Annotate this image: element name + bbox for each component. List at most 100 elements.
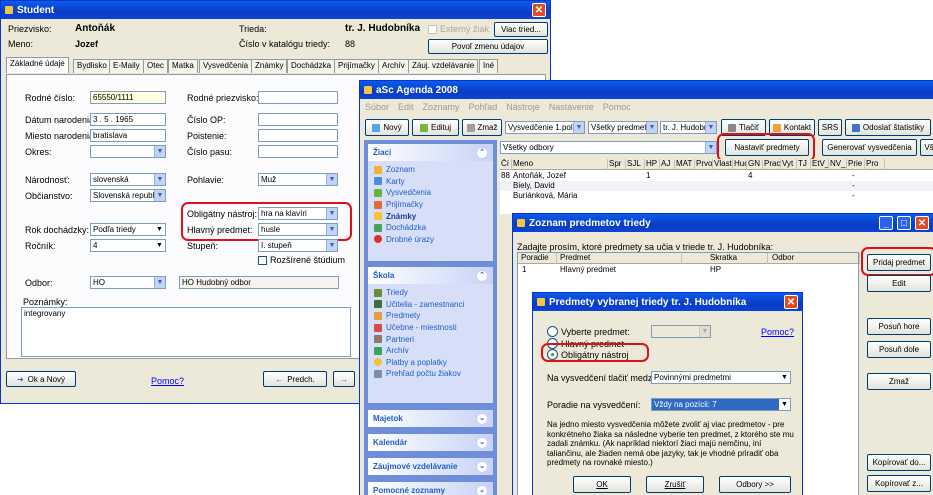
col-header[interactable]: Vyt bbox=[781, 159, 797, 170]
tab-znamky[interactable]: Známky bbox=[251, 59, 288, 73]
pohlavie-select[interactable]: Muž ▼ bbox=[258, 173, 338, 186]
col-header[interactable]: MAT bbox=[675, 159, 695, 170]
pomoc-link[interactable]: Pomoc? bbox=[761, 327, 794, 337]
cislo-op-input[interactable] bbox=[258, 113, 338, 126]
sidebar-item-ucebne[interactable]: Učebne - miestnosti bbox=[368, 322, 493, 334]
poistenie-input[interactable] bbox=[258, 129, 338, 142]
vs-button[interactable]: Vš bbox=[920, 139, 933, 156]
sidebar-item-prijimacky[interactable]: Prijímačky bbox=[368, 199, 493, 211]
tab-ine[interactable]: Iné bbox=[479, 59, 499, 73]
sidebar-item-ucitelia[interactable]: Učitelia - zamestnanci bbox=[368, 299, 493, 311]
sidebar-item-platby[interactable]: Platby a poplatky bbox=[368, 357, 493, 369]
sidebar-item-zoznam[interactable]: Zoznam bbox=[368, 164, 493, 176]
col-header[interactable]: Čí bbox=[500, 159, 512, 170]
agenda-titlebar[interactable]: aSc Agenda 2008 bbox=[360, 81, 933, 99]
rodne-priezvisko-input[interactable] bbox=[258, 91, 338, 104]
tab-otec[interactable]: Otec bbox=[143, 59, 168, 73]
predch-button[interactable]: ← Predch. bbox=[263, 371, 327, 387]
student-titlebar[interactable]: Študent ✕ bbox=[1, 1, 550, 19]
obcianstvo-select[interactable]: Slovenská republ ▼ bbox=[90, 189, 166, 202]
sidebar-item-znamky[interactable]: Známky bbox=[368, 210, 493, 222]
sidebar-item-archiv[interactable]: Archív bbox=[368, 345, 493, 357]
table-row[interactable]: Biely, David - bbox=[500, 181, 933, 191]
tab-emaily[interactable]: E-Maily bbox=[109, 59, 144, 73]
menu-zoznamy[interactable]: Zoznamy bbox=[423, 102, 460, 112]
sidebar-skola-header[interactable]: Škola ⌃ bbox=[368, 267, 493, 284]
zmaz-predmet-button[interactable]: Zmaž bbox=[867, 373, 931, 390]
table-row[interactable]: 88 Antoňák, Jozef 1 4 - bbox=[500, 171, 933, 181]
posun-dole-button[interactable]: Posuň dole bbox=[867, 341, 931, 358]
table-row[interactable]: 1 Hlavný predmet HP bbox=[518, 265, 858, 275]
col-header[interactable]: TJ bbox=[797, 159, 811, 170]
tab-bydlisko[interactable]: Bydlisko bbox=[73, 59, 111, 73]
menu-edit[interactable]: Edit bbox=[398, 102, 414, 112]
povol-zmenu-button[interactable]: Povoľ zmenu údajov bbox=[428, 39, 548, 54]
sidebar-item-karty[interactable]: Karty bbox=[368, 176, 493, 188]
zmaz-button[interactable]: Zmaž bbox=[462, 119, 502, 136]
stupen-select[interactable]: I. stupeň ▼ bbox=[258, 239, 338, 252]
sidebar-item-partneri[interactable]: Partneri bbox=[368, 333, 493, 345]
odbory-button[interactable]: Odbory >> bbox=[719, 476, 791, 493]
rocnik-select[interactable]: 4 ▼ bbox=[90, 239, 166, 252]
col-header[interactable]: Vlast bbox=[713, 159, 733, 170]
rozsirene-checkbox[interactable]: Rozšírené štúdium bbox=[258, 255, 345, 265]
col-header[interactable]: Meno bbox=[512, 159, 608, 170]
col-header[interactable]: Odbor bbox=[768, 253, 860, 264]
predmety-titlebar[interactable]: Predmety vybranej triedy tr. J. Hudobník… bbox=[533, 293, 802, 311]
sidebar-item-dochadzka[interactable]: Dochádzka bbox=[368, 222, 493, 234]
miesto-input[interactable]: bratislava bbox=[90, 129, 166, 142]
col-header[interactable]: Predmet bbox=[557, 253, 682, 264]
rok-select[interactable]: Podľa triedy ▼ bbox=[90, 223, 166, 236]
novy-button[interactable]: Nový bbox=[365, 119, 409, 136]
col-header[interactable]: AJ bbox=[660, 159, 675, 170]
col-header[interactable]: Poradie bbox=[518, 253, 557, 264]
sidebar-majetok-header[interactable]: Majetok ⌄ bbox=[368, 410, 493, 427]
menu-pohlad[interactable]: Pohľad bbox=[469, 102, 498, 112]
odoslat-button[interactable]: Odoslať štatistiky bbox=[845, 119, 931, 136]
tab-prijimacky[interactable]: Prijímačky bbox=[334, 59, 379, 73]
col-header[interactable]: Skratka bbox=[682, 253, 768, 264]
col-header[interactable]: Hud bbox=[733, 159, 747, 170]
posun-hore-button[interactable]: Posuň hore bbox=[867, 318, 931, 335]
menu-pomoc[interactable]: Pomoc bbox=[603, 102, 631, 112]
sidebar-item-predmety[interactable]: Predmety bbox=[368, 310, 493, 322]
close-icon[interactable]: ✕ bbox=[532, 3, 546, 17]
sidebar-pomocne-header[interactable]: Pomocné zoznamy ⌄ bbox=[368, 482, 493, 495]
sidebar-ziaci-header[interactable]: Žiaci ⌃ bbox=[368, 144, 493, 161]
kopirovat-z-button[interactable]: Kopírovať z... bbox=[867, 475, 931, 492]
datum-input[interactable]: 3 . 5 . 1965 bbox=[90, 113, 166, 126]
edituj-button[interactable]: Edituj bbox=[412, 119, 459, 136]
vyberte-select[interactable]: ▼ bbox=[651, 325, 711, 338]
odbor-select[interactable]: HO ▼ bbox=[90, 276, 166, 289]
ok-novy-button[interactable]: ➜ Ok a Nový bbox=[6, 371, 76, 387]
col-header[interactable]: NV_ bbox=[829, 159, 847, 170]
tlacit-medzi-select[interactable]: Povinnými predmetmi ▼ bbox=[651, 371, 791, 384]
col-header[interactable]: SJL bbox=[626, 159, 645, 170]
okres-select[interactable]: ▼ bbox=[90, 145, 166, 158]
rodne-cislo-input[interactable]: 65550/1111 bbox=[90, 91, 166, 104]
poradie-select[interactable]: Vždy na pozícii: 7 ▼ bbox=[651, 398, 791, 411]
tab-matka[interactable]: Matka bbox=[168, 59, 198, 73]
viac-tried-button[interactable]: Viac tried... bbox=[494, 22, 548, 37]
sidebar-item-vysvedcenia[interactable]: Vysvedčenia bbox=[368, 187, 493, 199]
vysvedcenie-select[interactable]: Vysvedčenie 1.polrok ▼ bbox=[505, 121, 585, 134]
col-header[interactable]: Pro bbox=[865, 159, 885, 170]
table-row[interactable]: Buriánková, Mária - bbox=[500, 191, 933, 201]
maximize-icon[interactable]: □ bbox=[897, 216, 911, 230]
zoznam-titlebar[interactable]: Zoznam predmetov triedy _ □ ✕ bbox=[513, 214, 933, 232]
minimize-icon[interactable]: _ bbox=[879, 216, 893, 230]
col-header[interactable]: GN bbox=[747, 159, 763, 170]
ok-button[interactable]: OK bbox=[573, 476, 631, 493]
col-header[interactable]: Prac bbox=[763, 159, 781, 170]
col-header[interactable]: Spr bbox=[608, 159, 626, 170]
tab-dochadzka[interactable]: Dochádzka bbox=[287, 59, 336, 73]
sidebar-item-prehlad[interactable]: Prehľad počtu žiakov bbox=[368, 368, 493, 380]
sidebar-item-urazy[interactable]: Drobné úrazy bbox=[368, 234, 493, 246]
kopirovat-do-button[interactable]: Kopírovať do... bbox=[867, 454, 931, 471]
col-header[interactable]: HP bbox=[645, 159, 660, 170]
sidebar-kalendar-header[interactable]: Kalendár ⌄ bbox=[368, 434, 493, 451]
odbory-select[interactable]: Všetky odbory ▼ bbox=[500, 141, 717, 154]
generovat-button[interactable]: Generovať vysvedčenia bbox=[822, 139, 917, 156]
menu-nastroje[interactable]: Nástroje bbox=[506, 102, 540, 112]
col-header[interactable]: EtV_ bbox=[811, 159, 829, 170]
